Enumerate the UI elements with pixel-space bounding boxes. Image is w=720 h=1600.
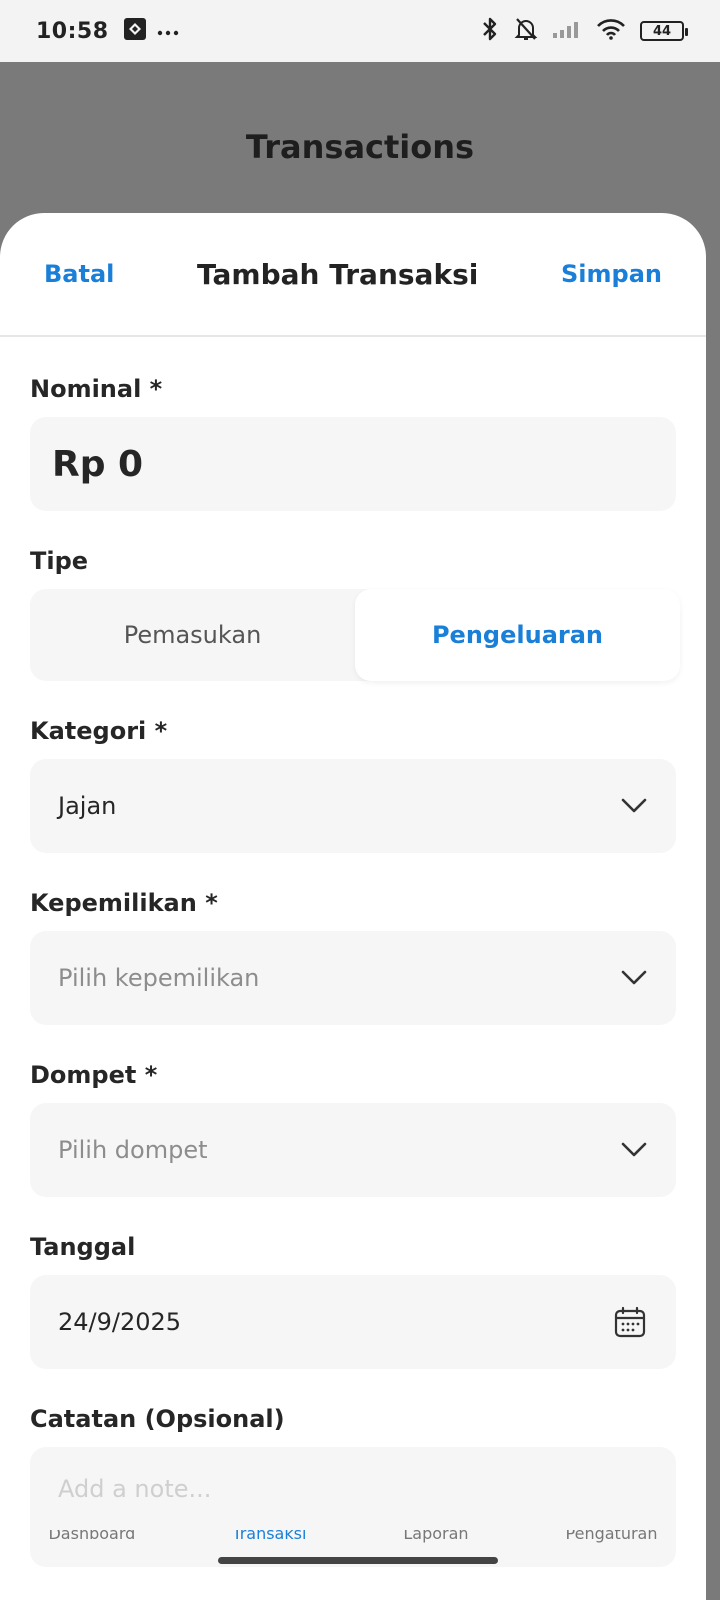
date-value: 24/9/2025 <box>58 1308 182 1336</box>
home-indicator[interactable] <box>218 1557 498 1564</box>
status-bar: 10:58 44 <box>0 0 720 62</box>
app-notification-icon <box>123 17 147 45</box>
transaction-form: Nominal * Rp 0 Tipe Pemasukan Pengeluara… <box>0 375 706 1567</box>
signal-icon <box>552 19 582 43</box>
add-transaction-sheet: Batal Tambah Transaksi Simpan Nominal * … <box>0 213 706 1600</box>
wallet-select[interactable]: Pilih dompet <box>30 1103 676 1197</box>
more-dots-icon <box>157 22 179 41</box>
wallet-placeholder: Pilih dompet <box>58 1136 208 1164</box>
category-label: Kategori * <box>30 717 168 745</box>
nav-item-pengaturan[interactable]: Pengaturan <box>566 1530 658 1543</box>
page-title: Transactions <box>245 128 475 166</box>
chevron-down-icon <box>620 792 648 820</box>
note-label: Catatan (Opsional) <box>30 1405 285 1433</box>
mute-icon <box>514 16 538 46</box>
nav-item-laporan[interactable]: Laporan <box>403 1530 468 1543</box>
save-button[interactable]: Simpan <box>561 260 662 288</box>
ownership-select[interactable]: Pilih kepemilikan <box>30 931 676 1025</box>
nominal-value: Rp 0 <box>52 443 144 485</box>
category-select[interactable]: Jajan <box>30 759 676 853</box>
battery-icon: 44 <box>640 21 688 41</box>
type-option-income[interactable]: Pemasukan <box>30 589 355 681</box>
bottom-nav: Dashboard Transaksi Laporan Pengaturan <box>0 1530 706 1544</box>
ownership-placeholder: Pilih kepemilikan <box>58 964 260 992</box>
type-option-expense[interactable]: Pengeluaran <box>355 589 680 681</box>
nominal-input[interactable]: Rp 0 <box>30 417 676 511</box>
wallet-label: Dompet * <box>30 1061 158 1089</box>
ownership-label: Kepemilikan * <box>30 889 218 917</box>
type-segmented-control: Pemasukan Pengeluaran <box>30 589 680 681</box>
category-value: Jajan <box>58 792 117 820</box>
sheet-header: Batal Tambah Transaksi Simpan <box>0 213 706 337</box>
chevron-down-icon <box>620 1136 648 1164</box>
type-label: Tipe <box>30 547 89 575</box>
date-label: Tanggal <box>30 1233 136 1261</box>
sheet-title: Tambah Transaksi <box>197 257 479 291</box>
nav-item-transaksi[interactable]: Transaksi <box>232 1530 306 1543</box>
note-input[interactable]: Add a note... <box>30 1447 676 1567</box>
nominal-label: Nominal * <box>30 375 163 403</box>
nav-item-dashboard[interactable]: Dashboard <box>48 1530 135 1543</box>
cancel-button[interactable]: Batal <box>44 260 114 288</box>
calendar-icon <box>612 1304 648 1340</box>
note-placeholder: Add a note... <box>58 1475 212 1503</box>
chevron-down-icon <box>620 964 648 992</box>
status-time: 10:58 <box>36 18 109 44</box>
wifi-icon <box>596 18 626 44</box>
bluetooth-icon <box>480 16 500 46</box>
date-picker[interactable]: 24/9/2025 <box>30 1275 676 1369</box>
